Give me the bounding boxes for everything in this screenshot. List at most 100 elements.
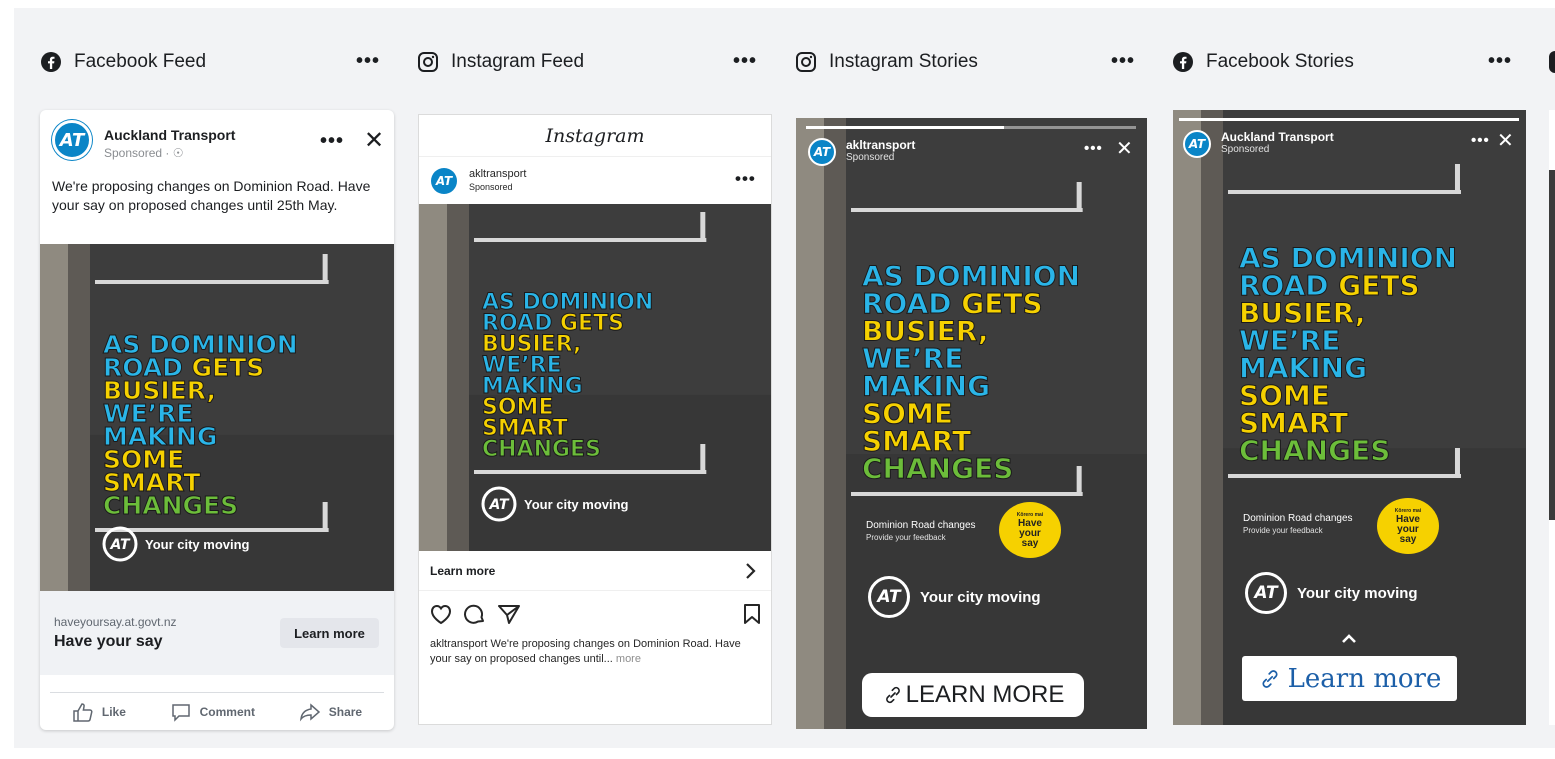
facebook-icon	[1172, 51, 1194, 73]
feedback-label: Dominion Road changes Provide your feedb…	[1243, 513, 1353, 535]
at-logo: AT	[868, 576, 910, 618]
column-more-button[interactable]: •••	[733, 50, 757, 73]
account-handle[interactable]: akltransport	[846, 138, 915, 152]
next-preview-card	[1549, 110, 1555, 725]
column-more-button[interactable]: •••	[1488, 50, 1512, 73]
facebook-story-preview: AS DOMINION ROAD GETS BUSIER, WE’RE MAKING SO…	[1173, 110, 1526, 725]
facebook-feed-preview: AT Auckland Transport Sponsored · ☉ ••• …	[40, 110, 394, 730]
share-button[interactable]: Share	[299, 702, 362, 722]
link-headline: Have your say	[54, 633, 163, 650]
send-icon[interactable]	[497, 603, 521, 625]
page-left-margin	[0, 0, 14, 759]
brand-tagline: AT Your city moving	[1245, 572, 1418, 614]
share-icon	[299, 702, 320, 722]
poster-artwork: AS DOMINIONROAD GETSBUSIER,WE’REMAKINGSO…	[40, 244, 394, 591]
ad-image[interactable]: AS DOMINION ROAD GETS BUSIER, WE’RE MAKING SO…	[796, 118, 1147, 729]
bookmark-icon[interactable]	[743, 603, 761, 625]
learn-more-button[interactable]: LEARN MORE	[862, 673, 1084, 717]
post-more-button[interactable]: •••	[320, 130, 344, 153]
post-header: AT akltransport Sponsored •••	[419, 157, 771, 204]
account-avatar[interactable]: AT	[808, 138, 836, 166]
story-progress-fill	[1179, 118, 1519, 121]
poster-headline-line: CHANGES	[482, 437, 601, 462]
tagline-text: Your city moving	[1297, 584, 1418, 602]
story-header: AT Auckland Transport Sponsored ••• ✕	[1183, 128, 1514, 164]
page-avatar[interactable]: AT	[52, 120, 92, 160]
chevron-right-icon	[746, 563, 756, 579]
sponsored-label: Sponsored	[1221, 144, 1270, 155]
svg-text:Your city moving: Your city moving	[524, 497, 629, 512]
learn-more-label: Learn more	[1287, 663, 1442, 694]
link-preview[interactable]: haveyoursay.at.govt.nz Have your say Lea…	[40, 591, 394, 675]
post-header: AT Auckland Transport Sponsored · ☉ ••• …	[52, 120, 384, 170]
next-preview-image	[1549, 170, 1555, 520]
poster-headline-line: CHANGES	[862, 452, 1013, 485]
thumbs-up-icon	[73, 702, 93, 722]
page-top-margin	[0, 0, 1555, 8]
feedback-subtitle: Provide your feedback	[866, 533, 946, 542]
instagram-icon	[795, 51, 817, 73]
page-bottom-margin	[0, 748, 1555, 759]
instagram-story-preview: AS DOMINION ROAD GETS BUSIER, WE’RE MAKING SO…	[796, 118, 1147, 729]
comment-button[interactable]: Comment	[170, 702, 255, 722]
story-progress-bar	[1179, 118, 1519, 121]
instagram-feed-preview: Instagram AT akltransport Sponsored ••• …	[418, 114, 772, 725]
sponsored-label: Sponsored · ☉	[104, 146, 184, 160]
story-progress-bar	[806, 126, 1136, 129]
ad-image[interactable]: AS DOMINION ROAD GETS BUSIER, WE’RE MAKING SO…	[419, 204, 771, 551]
poster-headline-line: CHANGES	[1239, 434, 1390, 467]
post-more-button[interactable]: •••	[735, 169, 756, 189]
column-title: Instagram Feed	[451, 51, 585, 72]
column-header-instagram-feed: Instagram Feed •••	[417, 48, 757, 76]
heart-icon[interactable]	[429, 603, 453, 625]
ad-image[interactable]: AS DOMINION ROAD GETS BUSIER, WE’RE MAKING SO…	[40, 244, 394, 591]
svg-text:AT: AT	[109, 537, 130, 553]
column-header-facebook-feed: Facebook Feed •••	[40, 48, 380, 76]
account-avatar[interactable]: AT	[431, 168, 457, 194]
close-icon[interactable]: ✕	[364, 126, 384, 155]
learn-more-label: LEARN MORE	[905, 681, 1065, 708]
svg-text:Your city moving: Your city moving	[145, 537, 250, 552]
feedback-title: Dominion Road changes	[1243, 513, 1353, 524]
chevron-up-icon[interactable]	[1341, 632, 1357, 644]
learn-more-button[interactable]: Learn more	[1242, 656, 1457, 701]
column-title: Facebook Stories	[1206, 51, 1354, 72]
story-progress-fill	[806, 126, 1004, 129]
caption-more-link[interactable]: more	[616, 653, 641, 665]
learn-more-button[interactable]: Learn more	[280, 618, 379, 648]
column-more-button[interactable]: •••	[356, 50, 380, 73]
have-your-say-sticker: Kōrero mai Have your say	[1377, 498, 1439, 554]
page-name[interactable]: Auckland Transport	[1221, 130, 1334, 144]
close-icon[interactable]: ✕	[1497, 128, 1514, 153]
like-button[interactable]: Like	[72, 702, 126, 722]
post-actions: Like Comment Share	[50, 692, 384, 730]
story-more-button[interactable]: •••	[1084, 140, 1103, 157]
learn-more-bar[interactable]: Learn more	[419, 551, 771, 591]
next-column-icon	[1549, 51, 1555, 73]
page-name[interactable]: Auckland Transport	[104, 127, 235, 143]
page-avatar[interactable]: AT	[1183, 130, 1211, 158]
comment-icon[interactable]	[463, 603, 487, 625]
learn-more-label: Learn more	[430, 564, 496, 578]
comment-icon	[171, 703, 190, 722]
like-label: Like	[101, 704, 126, 719]
post-icon-row	[429, 603, 761, 627]
sticker-big-text: Have your say	[1018, 517, 1042, 549]
feedback-subtitle: Provide your feedback	[1243, 526, 1323, 535]
caption-handle[interactable]: akltransport	[430, 638, 487, 650]
close-icon[interactable]: ✕	[1116, 136, 1133, 161]
account-handle[interactable]: akltransport	[469, 168, 526, 180]
feedback-title: Dominion Road changes	[866, 520, 976, 531]
sponsored-label: Sponsored	[846, 152, 895, 163]
column-more-button[interactable]: •••	[1111, 50, 1135, 73]
post-body-text: We're proposing changes on Dominion Road…	[52, 178, 371, 213]
story-header: AT akltransport Sponsored ••• ✕	[808, 136, 1138, 172]
story-more-button[interactable]: •••	[1471, 132, 1490, 149]
link-domain: haveyoursay.at.govt.nz	[54, 615, 177, 629]
column-title: Instagram Stories	[829, 51, 978, 72]
poster-artwork: AS DOMINIONROAD GETSBUSIER,WE’REMAKINGSO…	[796, 118, 1147, 729]
poster-headline-line: CHANGES	[103, 491, 238, 520]
comment-label: Comment	[199, 704, 255, 719]
feedback-label: Dominion Road changes Provide your feedb…	[866, 520, 976, 542]
facebook-icon	[40, 51, 62, 73]
